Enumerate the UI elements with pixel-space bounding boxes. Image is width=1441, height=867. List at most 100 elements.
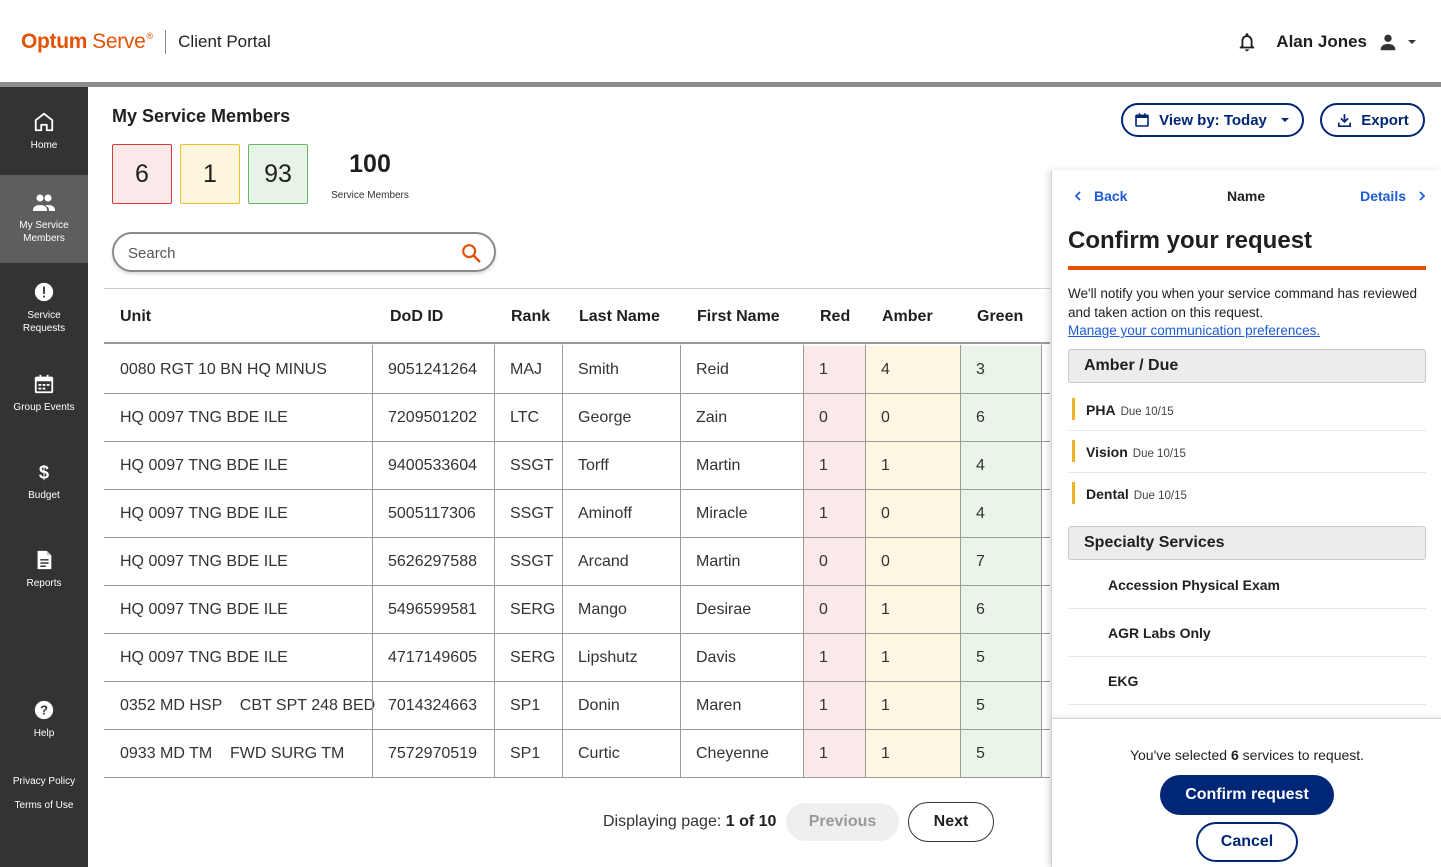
cell-last-name: Donin (578, 697, 620, 714)
cell-red: 0 (803, 394, 865, 441)
sidebar-item-service-requests[interactable]: Service Requests (0, 263, 88, 351)
column-divider (562, 345, 563, 777)
due-service-item: PHA Due 10/15 (1068, 389, 1426, 431)
panel-title-underline (1068, 266, 1426, 270)
user-area: Alan Jones (1236, 30, 1419, 54)
details-link[interactable]: Details (1360, 188, 1428, 204)
terms-of-use-link[interactable]: Terms of Use (0, 800, 88, 811)
table-row[interactable]: HQ 0097 TNG BDE ILE 9400533604 SSGT Torff Ma… (104, 442, 1050, 490)
cell-red: 1 (803, 442, 865, 489)
sidebar-item-help[interactable]: ? Help (0, 699, 88, 759)
export-button[interactable]: Export (1320, 103, 1425, 137)
column-header-dod-id[interactable]: DoD ID (390, 308, 443, 326)
search-input[interactable] (128, 243, 448, 263)
cell-red: 1 (803, 490, 865, 537)
user-name[interactable]: Alan Jones (1276, 32, 1367, 52)
cell-last-name: Torff (578, 457, 609, 474)
pagination-prefix: Displaying page: (603, 813, 722, 830)
specialty-service-item[interactable]: EKG (1068, 657, 1426, 705)
table-row[interactable]: HQ 0097 TNG BDE ILE 7209501202 LTC George Za… (104, 394, 1050, 442)
specialty-service-item[interactable]: Accession Physical Exam (1068, 561, 1426, 609)
cell-dod-id: 4717149605 (388, 649, 477, 666)
brand-optum: Optum (21, 30, 88, 53)
cell-rank: SP1 (510, 697, 541, 714)
page-title: My Service Members (112, 106, 291, 126)
column-header-red[interactable]: Red (820, 308, 850, 326)
view-by-dropdown[interactable]: View by: Today (1121, 103, 1304, 137)
selection-summary: You've selected 6 services to request. (1052, 747, 1441, 763)
column-divider (1041, 345, 1042, 777)
sidebar-item-reports[interactable]: Reports (0, 549, 88, 637)
column-header-unit[interactable]: Unit (120, 308, 151, 326)
top-header: Optum Serve ® Client Portal Alan Jones (0, 0, 1441, 82)
back-label: Back (1094, 188, 1128, 204)
help-icon: ? (34, 700, 54, 720)
specialty-service-item[interactable]: AGR Labs Only (1068, 609, 1426, 657)
panel-title: Confirm your request (1068, 227, 1313, 254)
svg-text:?: ? (40, 703, 48, 718)
user-avatar-icon[interactable] (1377, 31, 1399, 53)
cell-dod-id: 5626297588 (388, 553, 477, 570)
table-row[interactable]: 0080 RGT 10 BN HQ MINUS 9051241264 MAJ Smit… (104, 346, 1050, 394)
due-service-item: Dental Due 10/15 (1068, 473, 1426, 515)
cell-amber: 0 (865, 490, 960, 537)
details-label: Details (1360, 188, 1406, 204)
bell-icon[interactable] (1236, 30, 1258, 54)
total-members-count: 100 (349, 150, 391, 178)
service-name: Vision (1086, 444, 1128, 460)
column-header-last-name[interactable]: Last Name (579, 308, 660, 326)
sidebar-item-my-service-members[interactable]: My Service Members (0, 175, 88, 263)
brand-logo[interactable]: Optum Serve ® Client Portal (21, 30, 271, 54)
cell-unit: HQ 0097 TNG BDE ILE (120, 457, 288, 474)
communication-preferences-link[interactable]: Manage your communication preferences. (1068, 323, 1320, 338)
cell-dod-id: 7014324663 (388, 697, 477, 714)
search-icon[interactable] (460, 242, 482, 264)
cell-red: 1 (803, 346, 865, 393)
table-row[interactable]: HQ 0097 TNG BDE ILE 5005117306 SSGT Aminoff… (104, 490, 1050, 538)
cell-unit: HQ 0097 TNG BDE ILE (120, 649, 288, 666)
cell-green: 4 (960, 490, 1041, 537)
previous-button[interactable]: Previous (786, 803, 899, 841)
cell-green: 7 (960, 538, 1041, 585)
panel-nav: Back Name Details (1052, 188, 1441, 208)
table-row[interactable]: HQ 0097 TNG BDE ILE 5626297588 SSGT Arcand M… (104, 538, 1050, 586)
cell-dod-id: 9051241264 (388, 361, 477, 378)
privacy-policy-link[interactable]: Privacy Policy (0, 776, 88, 787)
sidebar-item-group-events[interactable]: Group Events (0, 373, 88, 461)
amber-count-badge[interactable]: 1 (180, 144, 240, 204)
calendar-icon (1135, 113, 1149, 127)
cell-dod-id: 9400533604 (388, 457, 477, 474)
column-divider (372, 345, 373, 777)
column-header-amber[interactable]: Amber (882, 308, 933, 326)
table-row[interactable]: HQ 0097 TNG BDE ILE 4717149605 SERG Lipshut… (104, 634, 1050, 682)
column-header-first-name[interactable]: First Name (697, 308, 780, 326)
amber-status-bar (1072, 440, 1075, 462)
sidebar-item-home[interactable]: Home (0, 87, 88, 175)
table-row[interactable]: 0352 MD HSP CBT SPT 248 BED 7014324663 SP1… (104, 682, 1050, 730)
table-row[interactable]: 0933 MD TM FWD SURG TM 7572970519 SP1 Curti… (104, 730, 1050, 778)
back-link[interactable]: Back (1072, 188, 1127, 204)
cancel-button[interactable]: Cancel (1196, 822, 1298, 862)
confirm-request-button[interactable]: Confirm request (1160, 775, 1334, 815)
chevron-down-icon[interactable] (1405, 35, 1419, 49)
amber-status-bar (1072, 482, 1075, 504)
sidebar-item-label: Budget (28, 490, 60, 501)
next-button[interactable]: Next (908, 802, 994, 842)
sidebar-item-budget[interactable]: $ Budget (0, 461, 88, 549)
cell-unit: HQ 0097 TNG BDE ILE (120, 601, 288, 618)
brand-serve: Serve (92, 30, 146, 53)
green-count-badge[interactable]: 93 (248, 144, 308, 204)
cell-dod-id: 5005117306 (388, 505, 476, 522)
cell-red: 1 (803, 730, 865, 777)
cell-first-name: Martin (696, 553, 741, 570)
table-row[interactable]: HQ 0097 TNG BDE ILE 5496599581 SERG Mango De… (104, 586, 1050, 634)
column-divider (865, 345, 866, 777)
red-count-badge[interactable]: 6 (112, 144, 172, 204)
cell-first-name: Davis (696, 649, 737, 666)
column-header-rank[interactable]: Rank (511, 308, 550, 326)
service-name: Dental (1086, 486, 1129, 502)
cell-green: 5 (960, 682, 1041, 729)
selection-prefix: You've selected (1129, 747, 1228, 763)
column-header-green[interactable]: Green (977, 308, 1023, 326)
cell-dod-id: 7572970519 (388, 745, 477, 762)
